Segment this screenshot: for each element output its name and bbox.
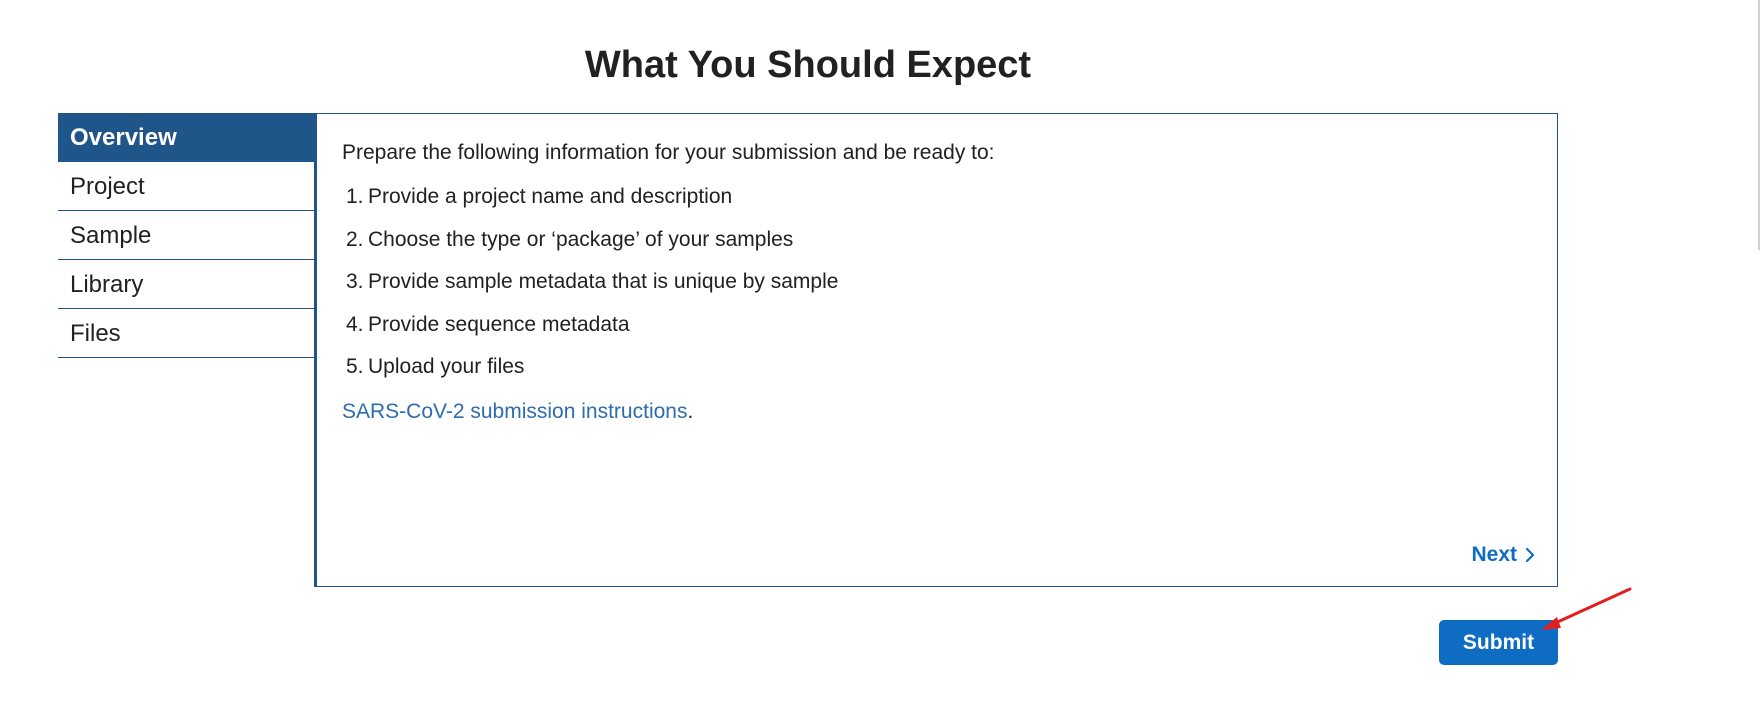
page: What You Should Expect Overview Project …: [0, 0, 1761, 723]
step-number: 5.: [346, 355, 364, 378]
overview-intro: Prepare the following information for yo…: [342, 141, 995, 164]
step-text: Provide sample metadata that is unique b…: [368, 270, 839, 293]
instructions-line: SARS-CoV-2 submission instructions.: [342, 399, 1557, 425]
step-text: Provide sequence metadata: [368, 312, 630, 336]
list-item: 3. Provide sample metadata that is unique…: [342, 269, 1557, 295]
step-number: 1.: [346, 185, 364, 208]
tab-library[interactable]: Library: [58, 260, 314, 309]
page-title: What You Should Expect: [584, 44, 1032, 86]
step-number: 2.: [346, 227, 364, 251]
list-item: 1. Provide a project name and description: [342, 184, 1557, 210]
step-text: Choose the type or ‘package’ of your sam…: [368, 227, 794, 251]
next-button[interactable]: Next: [1471, 543, 1535, 567]
step-text: Upload your files: [368, 355, 525, 378]
step-text: Provide a project name and description: [368, 185, 733, 208]
step-number: 3.: [346, 270, 364, 293]
tab-project[interactable]: Project: [58, 162, 314, 211]
tab-overview[interactable]: Overview: [58, 113, 314, 162]
list-item: 2. Choose the type or ‘package’ of your s…: [342, 227, 1557, 253]
chevron-right-icon: [1525, 547, 1535, 563]
sars-cov-2-instructions-link[interactable]: SARS-CoV-2 submission instructions: [342, 400, 687, 423]
link-suffix: .: [687, 400, 694, 423]
list-item: 5. Upload your files: [342, 354, 1557, 380]
step-number: 4.: [346, 312, 364, 336]
tab-sample[interactable]: Sample: [58, 211, 314, 260]
scrollbar[interactable]: [1758, 0, 1760, 250]
red-arrow-icon: [1535, 585, 1635, 640]
tab-files[interactable]: Files: [58, 309, 314, 358]
steps-list: 1. Provide a project name and description…: [342, 184, 1557, 380]
wizard-tabs: Overview Project Sample Library Files: [58, 113, 314, 358]
list-item: 4. Provide sequence metadata: [342, 312, 1557, 338]
overview-panel: Prepare the following information for yo…: [314, 113, 1558, 587]
next-label: Next: [1471, 543, 1517, 566]
